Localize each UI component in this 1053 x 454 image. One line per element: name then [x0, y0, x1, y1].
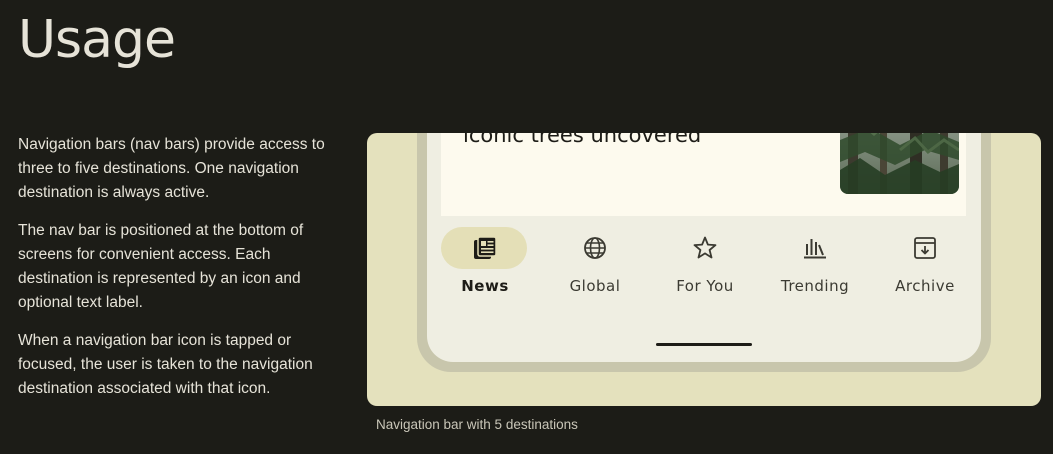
globe-icon: [584, 237, 606, 259]
phone-screen: Genetic code for California’s iconic tre…: [427, 133, 981, 362]
usage-description: Navigation bars (nav bars) provide acces…: [18, 133, 348, 415]
phone-frame: Genetic code for California’s iconic tre…: [417, 133, 991, 372]
nav-item-global[interactable]: Global: [540, 227, 650, 307]
figure-caption: Navigation bar with 5 destinations: [376, 417, 578, 432]
nav-item-news[interactable]: News: [430, 227, 540, 307]
archive-icon: [914, 237, 936, 259]
home-indicator: [656, 343, 752, 346]
navigation-bar: News Global For You Trending Archive: [427, 227, 981, 307]
nav-bar-example-figure: Genetic code for California’s iconic tre…: [367, 133, 1041, 406]
trending-bars-icon: [804, 239, 826, 259]
nav-label-archive: Archive: [895, 277, 955, 295]
nav-item-for-you[interactable]: For You: [650, 227, 760, 307]
nav-label-trending: Trending: [780, 277, 850, 295]
paragraph: When a navigation bar icon is tapped or …: [18, 332, 313, 397]
article-card[interactable]: Genetic code for California’s iconic tre…: [441, 133, 966, 216]
star-icon: [693, 236, 717, 259]
forest-photo: [840, 133, 959, 194]
page-title: Usage: [18, 10, 176, 70]
paragraph: The nav bar is positioned at the bottom …: [18, 222, 304, 311]
nav-item-trending[interactable]: Trending: [760, 227, 870, 307]
forest-thumbnail: [840, 133, 959, 194]
newspaper-icon: [474, 236, 497, 259]
nav-label-news: News: [461, 277, 509, 295]
nav-item-archive[interactable]: Archive: [870, 227, 980, 307]
article-title: Genetic code for California’s iconic tre…: [463, 133, 702, 147]
nav-label-global: Global: [569, 277, 621, 295]
paragraph: Navigation bars (nav bars) provide acces…: [18, 136, 325, 201]
nav-label-for-you: For You: [676, 277, 734, 295]
